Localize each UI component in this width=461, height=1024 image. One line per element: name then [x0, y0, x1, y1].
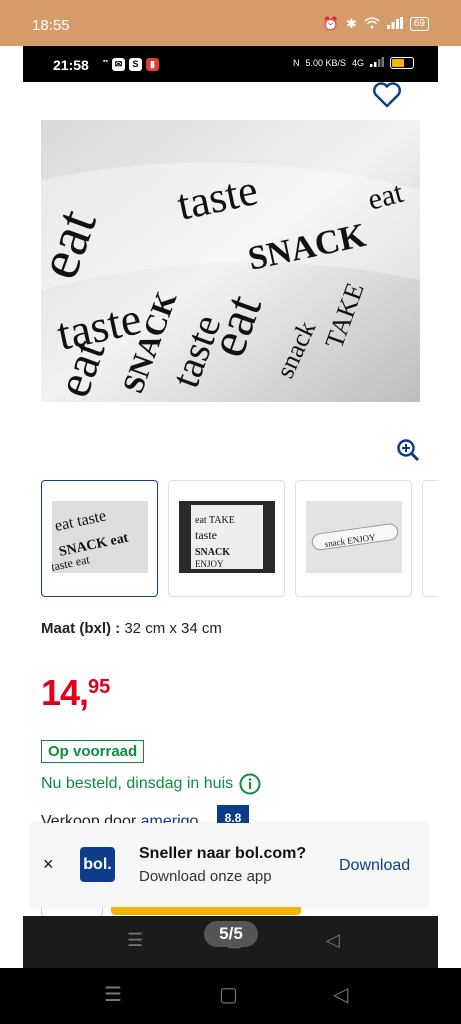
battery-icon: 69 — [409, 17, 429, 31]
add-to-cart-button-peek[interactable] — [111, 907, 301, 915]
price: 14,95 — [41, 672, 110, 714]
signal-icon — [386, 16, 403, 32]
home-icon[interactable]: ▢ — [219, 982, 238, 1007]
thumbnail-1[interactable]: eat taste SNACK eat taste eat — [41, 480, 158, 597]
banner-title: Sneller naar bol.com? — [139, 845, 307, 862]
outer-status-bar: 18:55 ⏰ ✱ 69 — [0, 0, 461, 46]
wishlist-heart-icon[interactable] — [372, 82, 402, 108]
price-main: 14, — [41, 672, 89, 713]
inner-status-bar: 21:58 ▪▪ ✉ S ▮ N 5.00 KB/S 4G — [23, 46, 438, 82]
red-app-icon: ▮ — [145, 58, 159, 71]
inner-battery-icon — [390, 57, 414, 69]
product-page: eat taste SNACK eat taste TAKE snack eat… — [23, 82, 438, 916]
svg-text:taste: taste — [195, 528, 217, 542]
size-label: Maat (bxl) : — [41, 620, 121, 637]
size-value: 32 cm x 34 cm — [124, 620, 222, 637]
inner-signal-icon — [370, 57, 384, 69]
chat-icon: ✉ — [111, 58, 125, 71]
thumbnail-3-image: snack ENJOY — [306, 501, 402, 573]
product-main-image[interactable]: eat taste SNACK eat taste TAKE snack eat… — [41, 120, 420, 402]
svg-text:ENJOY: ENJOY — [195, 559, 224, 569]
thumbnail-1-image: eat taste SNACK eat taste eat — [52, 501, 148, 573]
svg-text:SNACK: SNACK — [195, 547, 230, 558]
signal-type: 4G — [351, 58, 364, 68]
left-gutter — [0, 46, 23, 968]
network-speed: 5.00 KB/S — [305, 58, 346, 68]
svg-text:eat TAKE: eat TAKE — [195, 515, 235, 526]
price-cents: 95 — [88, 676, 111, 698]
size-info: Maat (bxl) : 32 cm x 34 cm — [41, 620, 222, 637]
thumbnail-3[interactable]: snack ENJOY — [295, 480, 412, 597]
thumbnail-2[interactable]: eat TAKE taste SNACK ENJOY — [168, 480, 285, 597]
inner-back-icon[interactable]: ◁ — [326, 930, 340, 951]
notification-icons: ▪▪ ✉ S ▮ — [103, 58, 159, 71]
download-button[interactable]: Download — [339, 857, 410, 875]
s-app-icon: S — [128, 58, 142, 71]
zoom-in-icon[interactable] — [396, 438, 420, 462]
inner-status-right: N 5.00 KB/S 4G — [293, 57, 414, 69]
back-icon[interactable]: ◁ — [333, 982, 348, 1007]
stock-badge: Op voorraad — [41, 740, 145, 763]
bol-logo: bol. — [80, 847, 115, 882]
thumbnail-2-image: eat TAKE taste SNACK ENJOY — [179, 501, 275, 573]
delivery-text: Nu besteld, dinsdag in huis — [41, 775, 234, 792]
outer-status-icons: ⏰ ✱ 69 — [323, 16, 429, 32]
app-download-banner: × bol. Sneller naar bol.com? Download on… — [31, 823, 428, 907]
inner-clock: 21:58 — [53, 57, 89, 73]
inner-menu-icon[interactable]: ☰ — [127, 930, 143, 951]
menu-icon[interactable]: ☰ — [104, 982, 122, 1007]
inner-navigation-bar: ☰ ▢ ◁ 5/5 — [23, 916, 438, 968]
right-gutter — [438, 46, 461, 968]
outer-navigation-bar: ☰ ▢ ◁ — [0, 968, 461, 1024]
thumbnail-4-peek[interactable] — [422, 480, 438, 597]
quantity-button-peek[interactable] — [41, 907, 103, 916]
data-speed-icon: ▪▪ — [103, 58, 108, 65]
wifi-icon — [364, 16, 380, 32]
info-icon[interactable] — [239, 773, 261, 795]
bluetooth-icon: ✱ — [345, 16, 357, 31]
close-icon[interactable]: × — [43, 854, 54, 875]
banner-subtitle: Download onze app — [139, 868, 272, 885]
nfc-icon: N — [292, 58, 300, 68]
image-counter: 5/5 — [204, 921, 258, 947]
outer-clock: 18:55 — [32, 17, 70, 34]
delivery-info: Nu besteld, dinsdag in huis — [41, 773, 261, 795]
alarm-icon: ⏰ — [322, 16, 339, 31]
